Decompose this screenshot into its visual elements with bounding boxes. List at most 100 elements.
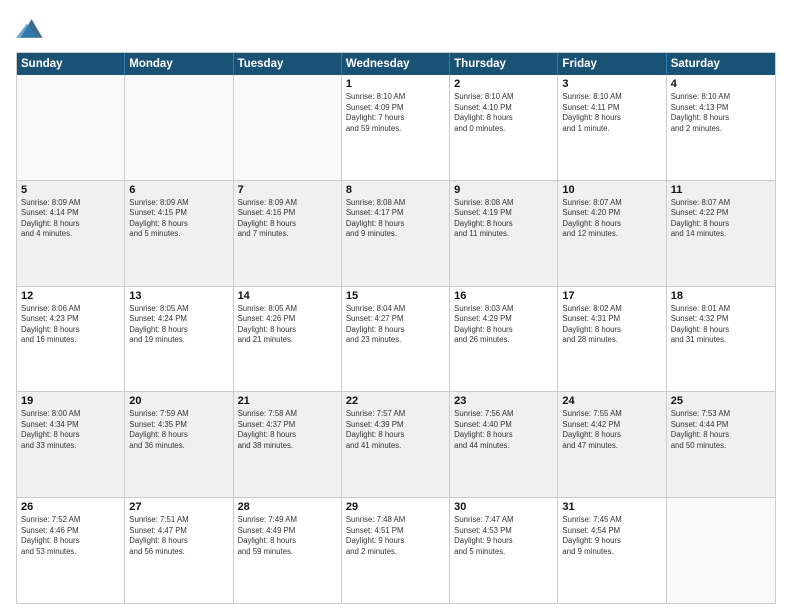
cell-info: Sunrise: 7:45 AM Sunset: 4:54 PM Dayligh… (562, 515, 661, 557)
cell-day-number: 1 (346, 78, 445, 90)
calendar-header: SundayMondayTuesdayWednesdayThursdayFrid… (17, 53, 775, 75)
cell-info: Sunrise: 7:52 AM Sunset: 4:46 PM Dayligh… (21, 515, 120, 557)
cell-day-number: 31 (562, 501, 661, 513)
cell-info: Sunrise: 8:05 AM Sunset: 4:24 PM Dayligh… (129, 304, 228, 346)
page: SundayMondayTuesdayWednesdayThursdayFrid… (0, 0, 792, 612)
calendar-cell: 6 Sunrise: 8:09 AM Sunset: 4:15 PM Daylig… (125, 181, 233, 286)
calendar-row: 26 Sunrise: 7:52 AM Sunset: 4:46 PM Dayli… (17, 497, 775, 603)
cell-day-number: 12 (21, 290, 120, 302)
calendar-cell: 27 Sunrise: 7:51 AM Sunset: 4:47 PM Dayli… (125, 498, 233, 603)
cell-day-number: 7 (238, 184, 337, 196)
cell-info: Sunrise: 8:06 AM Sunset: 4:23 PM Dayligh… (21, 304, 120, 346)
calendar-cell: 2 Sunrise: 8:10 AM Sunset: 4:10 PM Daylig… (450, 75, 558, 180)
cell-info: Sunrise: 7:51 AM Sunset: 4:47 PM Dayligh… (129, 515, 228, 557)
weekday-header: Sunday (17, 53, 125, 75)
calendar-cell (667, 498, 775, 603)
calendar-cell: 5 Sunrise: 8:09 AM Sunset: 4:14 PM Daylig… (17, 181, 125, 286)
calendar-cell: 18 Sunrise: 8:01 AM Sunset: 4:32 PM Dayli… (667, 287, 775, 392)
weekday-header: Thursday (450, 53, 558, 75)
cell-day-number: 6 (129, 184, 228, 196)
cell-day-number: 23 (454, 395, 553, 407)
cell-info: Sunrise: 7:59 AM Sunset: 4:35 PM Dayligh… (129, 409, 228, 451)
cell-info: Sunrise: 7:48 AM Sunset: 4:51 PM Dayligh… (346, 515, 445, 557)
calendar-cell: 22 Sunrise: 7:57 AM Sunset: 4:39 PM Dayli… (342, 392, 450, 497)
calendar-cell: 21Sunrise: 7:58 AM Sunset: 4:37 PM Dayli… (234, 392, 342, 497)
header (16, 16, 776, 44)
calendar-cell: 30 Sunrise: 7:47 AM Sunset: 4:53 PM Dayli… (450, 498, 558, 603)
calendar-cell: 10 Sunrise: 8:07 AM Sunset: 4:20 PM Dayli… (558, 181, 666, 286)
cell-day-number: 2 (454, 78, 553, 90)
cell-info: Sunrise: 8:08 AM Sunset: 4:19 PM Dayligh… (454, 198, 553, 240)
cell-day-number: 16 (454, 290, 553, 302)
cell-info: Sunrise: 8:09 AM Sunset: 4:16 PM Dayligh… (238, 198, 337, 240)
weekday-header: Wednesday (342, 53, 450, 75)
calendar-cell: 29 Sunrise: 7:48 AM Sunset: 4:51 PM Dayli… (342, 498, 450, 603)
cell-info: Sunrise: 8:07 AM Sunset: 4:22 PM Dayligh… (671, 198, 771, 240)
calendar-cell: 20 Sunrise: 7:59 AM Sunset: 4:35 PM Dayli… (125, 392, 233, 497)
cell-day-number: 22 (346, 395, 445, 407)
calendar-row: 1 Sunrise: 8:10 AM Sunset: 4:09 PM Daylig… (17, 75, 775, 180)
cell-info: Sunrise: 8:01 AM Sunset: 4:32 PM Dayligh… (671, 304, 771, 346)
calendar-cell: 19 Sunrise: 8:00 AM Sunset: 4:34 PM Dayli… (17, 392, 125, 497)
calendar-cell: 25 Sunrise: 7:53 AM Sunset: 4:44 PM Dayli… (667, 392, 775, 497)
cell-info: Sunrise: 8:02 AM Sunset: 4:31 PM Dayligh… (562, 304, 661, 346)
calendar-cell: 4 Sunrise: 8:10 AM Sunset: 4:13 PM Daylig… (667, 75, 775, 180)
cell-day-number: 4 (671, 78, 771, 90)
cell-info: Sunrise: 8:10 AM Sunset: 4:10 PM Dayligh… (454, 92, 553, 134)
cell-day-number: 25 (671, 395, 771, 407)
cell-info: Sunrise: 8:10 AM Sunset: 4:11 PM Dayligh… (562, 92, 661, 134)
cell-info: Sunrise: 8:10 AM Sunset: 4:13 PM Dayligh… (671, 92, 771, 134)
logo-icon (16, 16, 44, 44)
cell-info: Sunrise: 7:49 AM Sunset: 4:49 PM Dayligh… (238, 515, 337, 557)
cell-info: Sunrise: 7:57 AM Sunset: 4:39 PM Dayligh… (346, 409, 445, 451)
calendar-cell: 9 Sunrise: 8:08 AM Sunset: 4:19 PM Daylig… (450, 181, 558, 286)
calendar-cell: 31 Sunrise: 7:45 AM Sunset: 4:54 PM Dayli… (558, 498, 666, 603)
calendar-body: 1 Sunrise: 8:10 AM Sunset: 4:09 PM Daylig… (17, 75, 775, 603)
calendar-cell (234, 75, 342, 180)
cell-info: Sunrise: 7:53 AM Sunset: 4:44 PM Dayligh… (671, 409, 771, 451)
cell-info: Sunrise: 8:04 AM Sunset: 4:27 PM Dayligh… (346, 304, 445, 346)
cell-day-number: 27 (129, 501, 228, 513)
cell-info: Sunrise: 8:08 AM Sunset: 4:17 PM Dayligh… (346, 198, 445, 240)
cell-info: Sunrise: 7:58 AM Sunset: 4:37 PM Dayligh… (238, 409, 337, 451)
cell-day-number: 3 (562, 78, 661, 90)
cell-info: Sunrise: 8:05 AM Sunset: 4:26 PM Dayligh… (238, 304, 337, 346)
calendar-cell: 12 Sunrise: 8:06 AM Sunset: 4:23 PM Dayli… (17, 287, 125, 392)
logo (16, 16, 46, 44)
calendar-cell: 16Sunrise: 8:03 AM Sunset: 4:29 PM Dayli… (450, 287, 558, 392)
calendar-cell: 28Sunrise: 7:49 AM Sunset: 4:49 PM Dayli… (234, 498, 342, 603)
calendar-cell (17, 75, 125, 180)
calendar-cell: 15Sunrise: 8:04 AM Sunset: 4:27 PM Dayli… (342, 287, 450, 392)
cell-info: Sunrise: 7:47 AM Sunset: 4:53 PM Dayligh… (454, 515, 553, 557)
cell-info: Sunrise: 7:55 AM Sunset: 4:42 PM Dayligh… (562, 409, 661, 451)
calendar-cell: 1 Sunrise: 8:10 AM Sunset: 4:09 PM Daylig… (342, 75, 450, 180)
cell-info: Sunrise: 8:09 AM Sunset: 4:14 PM Dayligh… (21, 198, 120, 240)
cell-info: Sunrise: 8:07 AM Sunset: 4:20 PM Dayligh… (562, 198, 661, 240)
cell-day-number: 19 (21, 395, 120, 407)
cell-day-number: 18 (671, 290, 771, 302)
weekday-header: Friday (558, 53, 666, 75)
cell-day-number: 24 (562, 395, 661, 407)
calendar-cell: 11 Sunrise: 8:07 AM Sunset: 4:22 PM Dayli… (667, 181, 775, 286)
cell-info: Sunrise: 8:00 AM Sunset: 4:34 PM Dayligh… (21, 409, 120, 451)
cell-day-number: 17 (562, 290, 661, 302)
calendar-cell: 26 Sunrise: 7:52 AM Sunset: 4:46 PM Dayli… (17, 498, 125, 603)
calendar-row: 5 Sunrise: 8:09 AM Sunset: 4:14 PM Daylig… (17, 180, 775, 286)
calendar-cell: 13 Sunrise: 8:05 AM Sunset: 4:24 PM Dayli… (125, 287, 233, 392)
cell-info: Sunrise: 8:09 AM Sunset: 4:15 PM Dayligh… (129, 198, 228, 240)
cell-day-number: 20 (129, 395, 228, 407)
calendar-cell: 17 Sunrise: 8:02 AM Sunset: 4:31 PM Dayli… (558, 287, 666, 392)
cell-day-number: 11 (671, 184, 771, 196)
cell-info: Sunrise: 8:10 AM Sunset: 4:09 PM Dayligh… (346, 92, 445, 134)
cell-day-number: 30 (454, 501, 553, 513)
calendar-cell: 14Sunrise: 8:05 AM Sunset: 4:26 PM Dayli… (234, 287, 342, 392)
cell-day-number: 10 (562, 184, 661, 196)
cell-day-number: 29 (346, 501, 445, 513)
weekday-header: Tuesday (234, 53, 342, 75)
cell-day-number: 8 (346, 184, 445, 196)
cell-day-number: 26 (21, 501, 120, 513)
cell-day-number: 9 (454, 184, 553, 196)
calendar-cell: 23Sunrise: 7:56 AM Sunset: 4:40 PM Dayli… (450, 392, 558, 497)
cell-day-number: 13 (129, 290, 228, 302)
cell-day-number: 5 (21, 184, 120, 196)
